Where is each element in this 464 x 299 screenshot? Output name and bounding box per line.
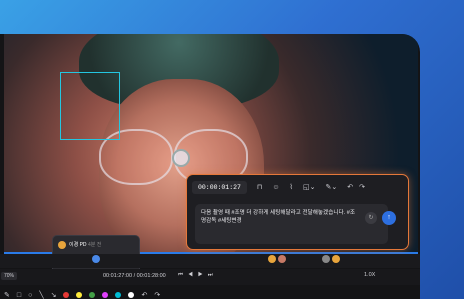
timecode-label[interactable]: 00:00:01:27 bbox=[192, 180, 247, 194]
color-swatch-yellow[interactable] bbox=[76, 292, 83, 298]
circle-icon[interactable]: ○ bbox=[28, 292, 32, 299]
timeline-comment-marker[interactable] bbox=[278, 255, 286, 263]
timeline-comment-marker[interactable] bbox=[92, 255, 100, 263]
redo-icon[interactable]: ↷ bbox=[359, 183, 365, 191]
comment-author: 이경 PD 4분 전 bbox=[69, 242, 102, 248]
pen-color-icon[interactable]: ✎⌄ bbox=[325, 183, 337, 191]
attach-icon[interactable]: ⌇ bbox=[290, 183, 293, 191]
comment-input-area[interactable]: 다음 촬영 때 #조명 더 강하게 세팅해달라고 전달해놓겠습니다. #조명감독… bbox=[195, 204, 396, 244]
lock-icon[interactable]: ⊓ bbox=[257, 183, 262, 191]
line-icon[interactable]: ╲ bbox=[39, 291, 43, 299]
redo-icon[interactable]: ↷ bbox=[154, 291, 160, 299]
editor-toolbar: 00:00:01:27 ⊓ ☺ ⌇ ◱⌄ ✎⌄ ↶ ↷ bbox=[187, 175, 408, 199]
avatar bbox=[58, 241, 66, 249]
color-swatch-red[interactable] bbox=[63, 292, 70, 298]
annotation-box[interactable] bbox=[60, 72, 120, 140]
color-swatch-cyan[interactable] bbox=[115, 292, 122, 298]
rect-icon[interactable]: □ bbox=[17, 292, 21, 299]
color-swatch-magenta[interactable] bbox=[102, 292, 109, 298]
annotation-marker[interactable] bbox=[172, 149, 190, 167]
send-button[interactable]: ↑ bbox=[382, 211, 396, 225]
timeline-comment-marker[interactable] bbox=[332, 255, 340, 263]
color-swatch-white[interactable] bbox=[128, 292, 135, 298]
timeline-comment-marker[interactable] bbox=[322, 255, 330, 263]
undo-icon[interactable]: ↶ bbox=[347, 183, 353, 191]
shape-icon[interactable]: ◱⌄ bbox=[303, 183, 315, 191]
drawing-toolbar: ✎ □ ○ ╲ ↘ ↶ ↷ bbox=[0, 288, 420, 299]
timeline-strip[interactable] bbox=[0, 254, 420, 268]
undo-icon[interactable]: ↶ bbox=[141, 291, 147, 299]
timeline-comment-marker[interactable] bbox=[268, 255, 276, 263]
time-display: 00:01:27:00 / 00:01:28:00 bbox=[103, 273, 166, 279]
arrow-icon[interactable]: ↘ bbox=[51, 291, 57, 299]
comment-input-text[interactable]: 다음 촬영 때 #조명 더 강하게 세팅해달라고 전달해놓겠습니다. #조명감독… bbox=[201, 209, 356, 225]
color-swatch-green[interactable] bbox=[89, 292, 96, 298]
emoji-icon[interactable]: ☺ bbox=[272, 184, 279, 191]
comment-editor: 00:00:01:27 ⊓ ☺ ⌇ ◱⌄ ✎⌄ ↶ ↷ 다음 촬영 때 #조명 … bbox=[186, 174, 409, 250]
player-controls: 70% 00:01:27:00 / 00:01:28:00 ⏮◀▶⏭ 1.0X bbox=[0, 269, 420, 285]
speed-selector[interactable]: 1.0X bbox=[364, 272, 375, 278]
zoom-level[interactable]: 70% bbox=[1, 272, 18, 280]
refresh-button[interactable]: ↻ bbox=[365, 212, 377, 224]
video-review-window: 00:00:01:27 ⊓ ☺ ⌇ ◱⌄ ✎⌄ ↶ ↷ 다음 촬영 때 #조명 … bbox=[0, 34, 420, 299]
pen-icon[interactable]: ✎ bbox=[4, 291, 10, 299]
playback-buttons[interactable]: ⏮◀▶⏭ bbox=[178, 272, 218, 279]
